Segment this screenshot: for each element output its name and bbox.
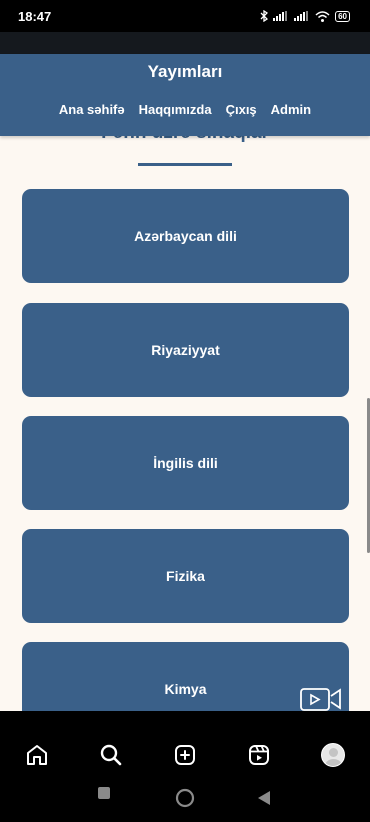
- recent-apps-button[interactable]: [97, 786, 111, 805]
- bluetooth-icon: [260, 10, 269, 22]
- signal-icon: [273, 11, 288, 21]
- main-content: Fənn üzrə sınaqlar Azərbaycan dili Riyaz…: [0, 136, 370, 711]
- site-header: Yayımları Ana səhifə Haqqımızda Çıxış Ad…: [0, 54, 370, 136]
- nav-home[interactable]: Ana səhifə: [59, 102, 125, 117]
- subject-card-english[interactable]: İngilis dili: [22, 416, 349, 510]
- title-underline: [138, 163, 232, 166]
- subject-card-azerbaijani[interactable]: Azərbaycan dili: [22, 189, 349, 283]
- plus-square-icon[interactable]: [172, 742, 198, 768]
- status-time: 18:47: [18, 9, 52, 24]
- search-icon[interactable]: [98, 742, 124, 768]
- reels-icon[interactable]: [246, 742, 272, 768]
- main-nav: Ana səhifə Haqqımızda Çıxış Admin: [0, 102, 370, 117]
- site-title: Yayımları: [147, 62, 223, 81]
- back-button[interactable]: [257, 790, 271, 811]
- video-call-icon[interactable]: [300, 686, 342, 711]
- signal-icon: [294, 11, 309, 21]
- subject-card-math[interactable]: Riyaziyyat: [22, 303, 349, 397]
- battery-indicator: 60: [335, 10, 350, 22]
- wifi-icon: [315, 10, 330, 22]
- home-button[interactable]: [175, 788, 195, 813]
- home-icon[interactable]: [24, 742, 50, 768]
- nav-admin[interactable]: Admin: [271, 102, 311, 117]
- nav-logout[interactable]: Çıxış: [226, 102, 257, 117]
- nav-about[interactable]: Haqqımızda: [139, 102, 212, 117]
- section-title: Fənn üzrə sınaqlar: [0, 136, 370, 144]
- avatar-icon[interactable]: [320, 742, 346, 768]
- avatar: [321, 743, 345, 767]
- status-bar: 18:47 60: [0, 0, 370, 32]
- status-icons: 60: [260, 10, 350, 22]
- app-top-strip: [0, 32, 370, 54]
- subject-card-physics[interactable]: Fizika: [22, 529, 349, 623]
